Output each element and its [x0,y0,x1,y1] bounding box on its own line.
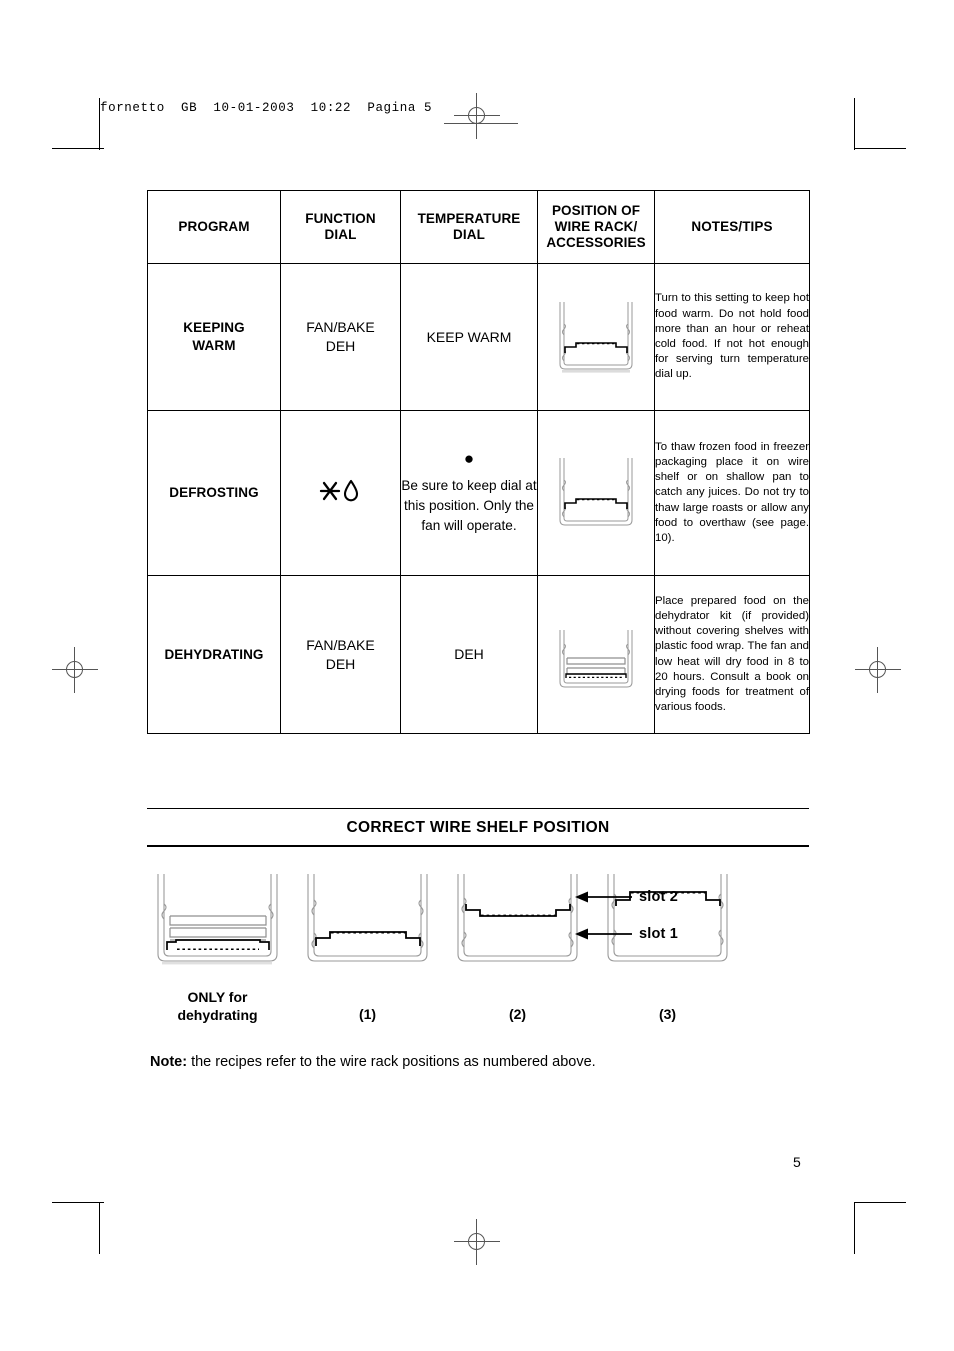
column-header-temperature-dial: TEMPERATURE DIAL [400,190,538,264]
slot-callout-1: slot 1 [575,926,678,942]
slot-1-label: slot 1 [639,926,679,942]
oven-shelf-position-1-icon [307,874,428,962]
caption-position-3: (3) [658,1006,677,1022]
column-header-position: POSITION OF WIRE RACK/ACCESSORIES [537,190,655,264]
wire-rack-note: Note: the recipes refer to the wire rack… [150,1053,596,1072]
slot-callouts: slot 2 slot 1 [575,870,815,975]
note-label: Note: [150,1054,188,1070]
wire-shelf-diagram-position-2 [450,870,585,975]
program-settings-table: PROGRAM FUNCTION DIAL TEMPERATURE DIAL POS… [147,190,810,734]
cell-program-keeping-warm: KEEPING WARM [147,263,281,411]
arrow-left-icon [575,928,632,940]
table-header-row: PROGRAM FUNCTION DIAL TEMPERATURE DIAL POS… [147,190,810,264]
crop-mark-bottom-left-vertical [99,1202,101,1254]
cell-position-defrosting [537,410,655,576]
oven-shelf-slot-1-icon [559,458,633,526]
column-header-program-line1: PROGRAM [178,219,250,235]
column-header-program: PROGRAM [147,190,281,264]
arrow-left-icon [575,891,632,903]
note-text: the recipes refer to the wire rack posit… [187,1054,596,1070]
wire-shelf-diagram-position-1 [300,870,435,975]
slot-2-label: slot 2 [639,889,679,905]
registration-mark-top [454,93,500,139]
cell-function-dial-dehydrating: FAN/BAKE DEH [280,575,401,734]
cell-notes-defrosting: To thaw frozen food in freezer packaging… [654,410,810,576]
cell-notes-keeping-warm: Turn to this setting to keep hot food wa… [654,263,810,411]
caption-only-for-dehydrating: ONLY for dehydrating [177,989,258,1024]
section-title-wire-shelf: CORRECT WIRE SHELF POSITION [346,819,610,837]
crop-mark-top-right-horizontal [854,148,906,150]
cell-function-dial-defrosting [280,410,401,576]
registration-mark-right [855,647,901,693]
cell-position-dehydrating [537,575,655,734]
dial-position-dot-icon: ● [463,449,475,469]
table-row: KEEPING WARM FAN/BAKE DEH KEEP WARM Turn… [147,263,810,411]
section-rule-bottom [147,845,809,847]
cell-temperature-dial-defrosting: ● Be sure to keep dial at this position.… [400,410,538,576]
caption-position-1: (1) [358,1006,377,1022]
wire-shelf-diagram-dehydrating [150,870,285,975]
column-header-notes-tips: NOTES/TIPS [654,190,810,264]
cell-temperature-dial-dehydrating: DEH [400,575,538,734]
cell-temperature-dial-keeping-warm: KEEP WARM [400,263,538,411]
page-slug: fornetto GB 10-01-2003 10:22 Pagina 5 [100,101,433,115]
cell-program-dehydrating: DEHYDRATING [147,575,281,734]
crop-mark-bottom-right-horizontal [854,1202,906,1204]
crop-mark-bottom-right-vertical [854,1202,856,1254]
crop-mark-bottom-left-horizontal [52,1202,104,1204]
slot-callout-2: slot 2 [575,889,678,905]
registration-mark-left [52,647,98,693]
registration-mark-bottom [454,1219,500,1265]
oven-shelf-position-2-icon [457,874,578,962]
cell-notes-dehydrating: Place prepared food on the dehydrator ki… [654,575,810,734]
table-row: DEFROSTING ● Be sure to keep dial at thi… [147,410,810,576]
wire-shelf-captions: ONLY for dehydrating (1) (2) (3) [150,988,810,1033]
oven-dehydrator-kit-icon [559,629,633,687]
oven-shelf-slot-1-icon [559,302,633,373]
column-header-function-dial: FUNCTION DIAL [280,190,401,264]
column-header-notes-label: NOTES/TIPS [691,219,773,235]
wire-shelf-section: CORRECT WIRE SHELF POSITION [147,808,809,847]
oven-dehydrator-kit-icon [157,874,278,965]
cell-position-keeping-warm [537,263,655,411]
table-row: DEHYDRATING FAN/BAKE DEH DEH Place prepa… [147,575,810,734]
page-number: 5 [793,1154,801,1170]
defrost-snowflake-drop-icon [319,479,358,502]
crop-mark-top-right-vertical [854,98,856,150]
cell-program-defrosting: DEFROSTING [147,410,281,576]
cell-temperature-dial-defrosting-text: Be sure to keep dial at this position. O… [401,478,537,533]
cell-function-dial-keeping-warm: FAN/BAKE DEH [280,263,401,411]
caption-position-2: (2) [508,1006,527,1022]
crop-mark-top-left-horizontal [52,148,104,150]
slug-underline [444,123,518,124]
